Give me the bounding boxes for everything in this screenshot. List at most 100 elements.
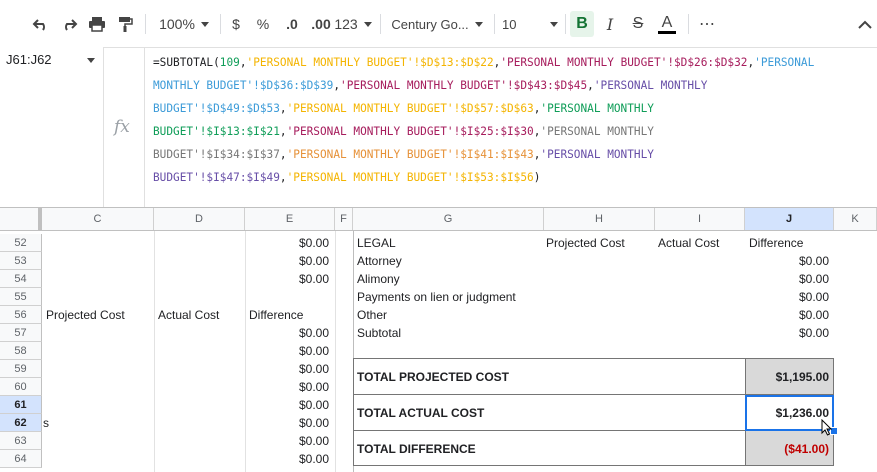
- legal-header-projected[interactable]: Projected Cost: [546, 234, 625, 252]
- decrease-decimal-button[interactable]: .0: [280, 11, 304, 37]
- cell-e53[interactable]: $0.00: [245, 252, 329, 270]
- print-icon[interactable]: [86, 11, 108, 37]
- formula-token: BUDGET'!$I$13:$I$21: [153, 125, 280, 138]
- name-box-dropdown-icon[interactable]: [87, 58, 95, 63]
- row-header[interactable]: 59: [0, 360, 42, 378]
- font-select[interactable]: Century Go...: [390, 11, 484, 37]
- row-header[interactable]: 54: [0, 270, 42, 288]
- formula-token: ,: [279, 148, 287, 161]
- legal-item-diff[interactable]: $0.00: [745, 306, 829, 324]
- redo-icon[interactable]: [58, 11, 80, 37]
- column-header-c[interactable]: C: [42, 208, 154, 230]
- row-header[interactable]: 52: [0, 234, 42, 252]
- legal-header-actual[interactable]: Actual Cost: [658, 234, 719, 252]
- cell-e60[interactable]: $0.00: [245, 378, 329, 396]
- left-header-difference[interactable]: Difference: [249, 306, 303, 324]
- name-box[interactable]: J61:J62: [0, 47, 103, 207]
- undo-icon[interactable]: [30, 11, 52, 37]
- legal-subtotal-label[interactable]: Subtotal: [357, 324, 401, 342]
- legal-item-diff[interactable]: $0.00: [745, 270, 829, 288]
- formula-token: BUDGET'!$D$49:$D$53: [153, 102, 280, 115]
- formula-token: 'PERSONAL MONTHLY BUDGET'!$I$53:$I$56: [286, 171, 534, 184]
- row-header[interactable]: 64: [0, 450, 42, 468]
- more-formats-label: 123: [334, 16, 358, 32]
- legal-title[interactable]: LEGAL: [357, 234, 396, 252]
- cell-e62[interactable]: $0.00: [245, 414, 329, 432]
- formula-line: BUDGET'!$D$49:$D$53,'PERSONAL MONTHLY BU…: [153, 97, 869, 120]
- total-difference-value[interactable]: ($41.00): [745, 442, 829, 456]
- more-formats-button[interactable]: 123: [334, 11, 370, 37]
- formula-token: BUDGET'!$I$34:$I$37: [153, 148, 280, 161]
- zoom-select[interactable]: 100%: [155, 11, 213, 37]
- cell-e63[interactable]: $0.00: [245, 432, 329, 450]
- total-difference-label[interactable]: TOTAL DIFFERENCE: [357, 442, 476, 456]
- column-header-d[interactable]: D: [154, 208, 245, 230]
- column-header-e[interactable]: E: [245, 208, 335, 230]
- formula-token: ): [533, 171, 541, 184]
- legal-item-diff[interactable]: $0.00: [745, 252, 829, 270]
- cell-e61[interactable]: $0.00: [245, 396, 329, 414]
- text-color-button[interactable]: A: [655, 11, 679, 37]
- cell-e58[interactable]: $0.00: [245, 342, 329, 360]
- font-size-select[interactable]: 10: [502, 11, 558, 37]
- bold-button[interactable]: B: [570, 11, 594, 37]
- italic-button[interactable]: I: [599, 11, 621, 37]
- text-color-bar: [658, 30, 676, 34]
- row-header[interactable]: 57: [0, 324, 42, 342]
- row-header[interactable]: 53: [0, 252, 42, 270]
- column-header-i[interactable]: I: [655, 208, 745, 230]
- cell-e64[interactable]: $0.00: [245, 450, 329, 468]
- fx-column: fx: [103, 47, 145, 207]
- collapse-menu-icon[interactable]: [855, 11, 875, 37]
- formula-token: ,: [279, 171, 287, 184]
- column-header-j[interactable]: J: [745, 208, 834, 230]
- row-header[interactable]: 55: [0, 288, 42, 306]
- formula-token: 'PERSONAL: [754, 56, 815, 69]
- more-options-button[interactable]: ⋯: [695, 11, 719, 37]
- fx-icon: fx: [114, 117, 130, 137]
- cell-e52[interactable]: $0.00: [245, 234, 329, 252]
- currency-format-button[interactable]: $: [226, 11, 246, 37]
- toolbar: 100% $ % .0 .00 123 Century Go... 10 B I…: [0, 0, 877, 48]
- total-actual-label[interactable]: TOTAL ACTUAL COST: [357, 406, 484, 420]
- font-name: Century Go...: [391, 16, 469, 32]
- column-header-k[interactable]: K: [834, 208, 877, 230]
- row-header[interactable]: 63: [0, 432, 42, 450]
- formula-token: 'PERSONAL MONTHLY: [540, 125, 654, 138]
- formula-token: 109: [219, 56, 240, 69]
- legal-item-label[interactable]: Attorney: [357, 252, 402, 270]
- row-header[interactable]: 60: [0, 378, 42, 396]
- column-header-h[interactable]: H: [544, 208, 655, 230]
- cell-e57[interactable]: $0.00: [245, 324, 329, 342]
- total-projected-label[interactable]: TOTAL PROJECTED COST: [357, 370, 509, 384]
- cell-c62-overflow[interactable]: s: [43, 414, 49, 432]
- cell-e54[interactable]: $0.00: [245, 270, 329, 288]
- legal-header-difference[interactable]: Difference: [749, 234, 803, 252]
- select-all-corner[interactable]: [0, 208, 42, 230]
- row-header[interactable]: 56: [0, 306, 42, 324]
- column-header-f[interactable]: F: [335, 208, 353, 230]
- column-header-g[interactable]: G: [353, 208, 544, 230]
- legal-item-label[interactable]: Alimony: [357, 270, 400, 288]
- formula-token: BUDGET'!$I$47:$I$49: [153, 171, 280, 184]
- formula-token: 'PERSONAL MONTHLY BUDGET'!$D$57:$D$63: [286, 102, 534, 115]
- legal-subtotal-diff[interactable]: $0.00: [745, 324, 829, 342]
- legal-item-diff[interactable]: $0.00: [745, 288, 829, 306]
- formula-line: MONTHLY BUDGET'!$D$36:$D$39,'PERSONAL MO…: [153, 74, 869, 97]
- row-header[interactable]: 61: [0, 396, 42, 414]
- increase-decimal-button[interactable]: .00: [307, 11, 335, 37]
- total-projected-value[interactable]: $1,195.00: [745, 370, 829, 384]
- row-header[interactable]: 62: [0, 414, 42, 432]
- paint-format-icon[interactable]: [114, 11, 136, 37]
- formula-bar[interactable]: =SUBTOTAL(109,'PERSONAL MONTHLY BUDGET'!…: [153, 51, 869, 189]
- left-header-actual[interactable]: Actual Cost: [158, 306, 219, 324]
- percent-format-button[interactable]: %: [252, 11, 274, 37]
- legal-item-label[interactable]: Other: [357, 306, 387, 324]
- formula-token: ,: [239, 56, 247, 69]
- row-header[interactable]: 58: [0, 342, 42, 360]
- legal-item-label[interactable]: Payments on lien or judgment: [357, 288, 516, 306]
- formula-token: 'PERSONAL MONTHLY BUDGET'!$D$13:$D$22: [246, 56, 494, 69]
- strikethrough-button[interactable]: S: [627, 11, 649, 37]
- cell-e59[interactable]: $0.00: [245, 360, 329, 378]
- left-header-projected[interactable]: Projected Cost: [46, 306, 125, 324]
